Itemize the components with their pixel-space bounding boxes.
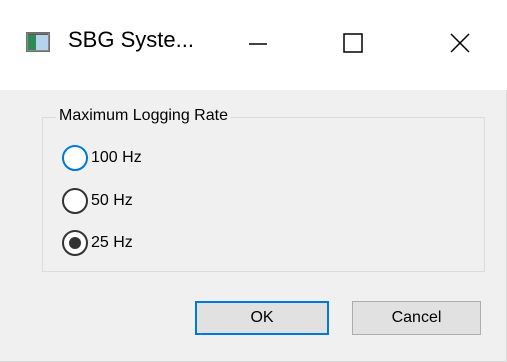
- radio-selected-dot: [69, 237, 81, 249]
- window-title: SBG Syste...: [68, 27, 194, 52]
- app-window-icon: [26, 32, 50, 52]
- minimize-icon: [248, 33, 268, 58]
- radio-option-100hz[interactable]: 100 Hz: [62, 145, 142, 171]
- close-icon: [449, 32, 471, 59]
- radio-label[interactable]: 100 Hz: [91, 149, 142, 167]
- radio-label[interactable]: 25 Hz: [91, 234, 133, 252]
- radio-label[interactable]: 50 Hz: [91, 192, 133, 210]
- radio-button[interactable]: [62, 188, 88, 214]
- radio-button[interactable]: [62, 145, 88, 171]
- ok-button[interactable]: OK: [195, 301, 329, 335]
- radio-button-selected[interactable]: [62, 230, 88, 256]
- maximize-button[interactable]: [305, 0, 400, 90]
- dialog-window: SBG Syste... Maximum Logging Rate 100 Hz…: [0, 0, 507, 362]
- groupbox-label: Maximum Logging Rate: [56, 107, 231, 125]
- cancel-button[interactable]: Cancel: [352, 301, 481, 335]
- minimize-button[interactable]: [210, 0, 305, 90]
- radio-option-25hz[interactable]: 25 Hz: [62, 230, 133, 256]
- close-button[interactable]: [412, 0, 507, 90]
- radio-option-50hz[interactable]: 50 Hz: [62, 188, 133, 214]
- title-bar[interactable]: SBG Syste...: [0, 0, 507, 90]
- maximize-icon: [342, 32, 363, 58]
